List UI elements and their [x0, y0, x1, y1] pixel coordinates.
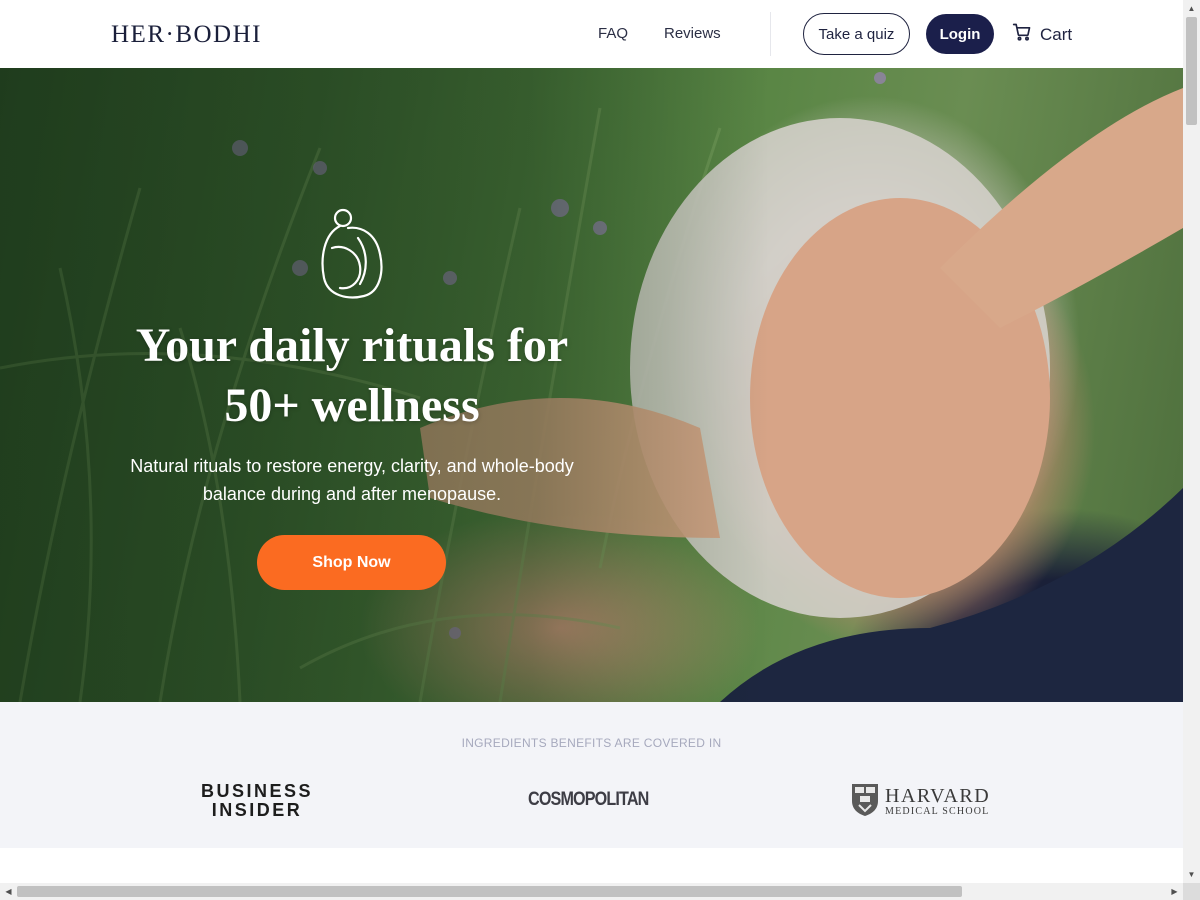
cart-label: Cart: [1040, 24, 1073, 44]
harvard-name: HARVARD: [885, 785, 991, 807]
press-caption: INGREDIENTS BENEFITS ARE COVERED IN: [461, 736, 722, 750]
scroll-left-arrow-icon[interactable]: ◀: [0, 883, 17, 900]
shop-now-button[interactable]: Shop Now: [257, 535, 446, 590]
vertical-scrollbar[interactable]: ▲ ▼: [1183, 0, 1200, 883]
horizontal-scrollbar[interactable]: ◀ ▶: [0, 883, 1183, 900]
hero-subtitle-line1: Natural rituals to restore energy, clari…: [130, 456, 574, 476]
hero-subtitle-line2: balance during and after menopause.: [202, 484, 502, 504]
login-button[interactable]: Login: [926, 14, 994, 54]
hero-title-line1: Your daily rituals for: [135, 319, 569, 372]
brand-logo[interactable]: HER·BODHI: [111, 21, 262, 49]
scrollbar-corner: [1183, 883, 1200, 900]
cart-icon: [1012, 22, 1032, 47]
nav-reviews-link[interactable]: Reviews: [664, 25, 721, 42]
hero-title: Your daily rituals for 50+ wellness: [92, 316, 612, 436]
take-quiz-button[interactable]: Take a quiz: [803, 13, 910, 55]
business-insider-logo: BUSINESS INSIDER: [201, 782, 313, 820]
harvard-medical-school-logo: HARVARD MEDICAL SCHOOL: [851, 783, 990, 822]
business-insider-line2: INSIDER: [211, 800, 303, 820]
nav-faq-link[interactable]: FAQ: [598, 25, 628, 42]
cosmopolitan-logo: COSMOPOLITAN: [528, 789, 649, 810]
hero-section: Your daily rituals for 50+ wellness Natu…: [0, 68, 1183, 702]
cart-button[interactable]: Cart: [1012, 22, 1072, 47]
scroll-right-arrow-icon[interactable]: ▶: [1166, 883, 1183, 900]
press-section: INGREDIENTS BENEFITS ARE COVERED IN BUSI…: [0, 702, 1183, 848]
woman-silhouette-icon: [318, 208, 386, 307]
horizontal-scroll-thumb[interactable]: [17, 886, 962, 897]
scroll-up-arrow-icon[interactable]: ▲: [1183, 0, 1200, 17]
hero-title-line2: 50+ wellness: [224, 379, 480, 432]
harvard-school: MEDICAL SCHOOL: [885, 806, 990, 817]
hero-subtitle: Natural rituals to restore energy, clari…: [102, 452, 602, 508]
scroll-down-arrow-icon[interactable]: ▼: [1183, 866, 1200, 883]
site-header: HER·BODHI FAQ Reviews Take a quiz Login …: [0, 0, 1183, 68]
harvard-shield-icon: [851, 783, 879, 822]
header-divider: [770, 12, 771, 56]
business-insider-line1: BUSINESS: [201, 781, 314, 801]
vertical-scroll-thumb[interactable]: [1186, 17, 1197, 125]
